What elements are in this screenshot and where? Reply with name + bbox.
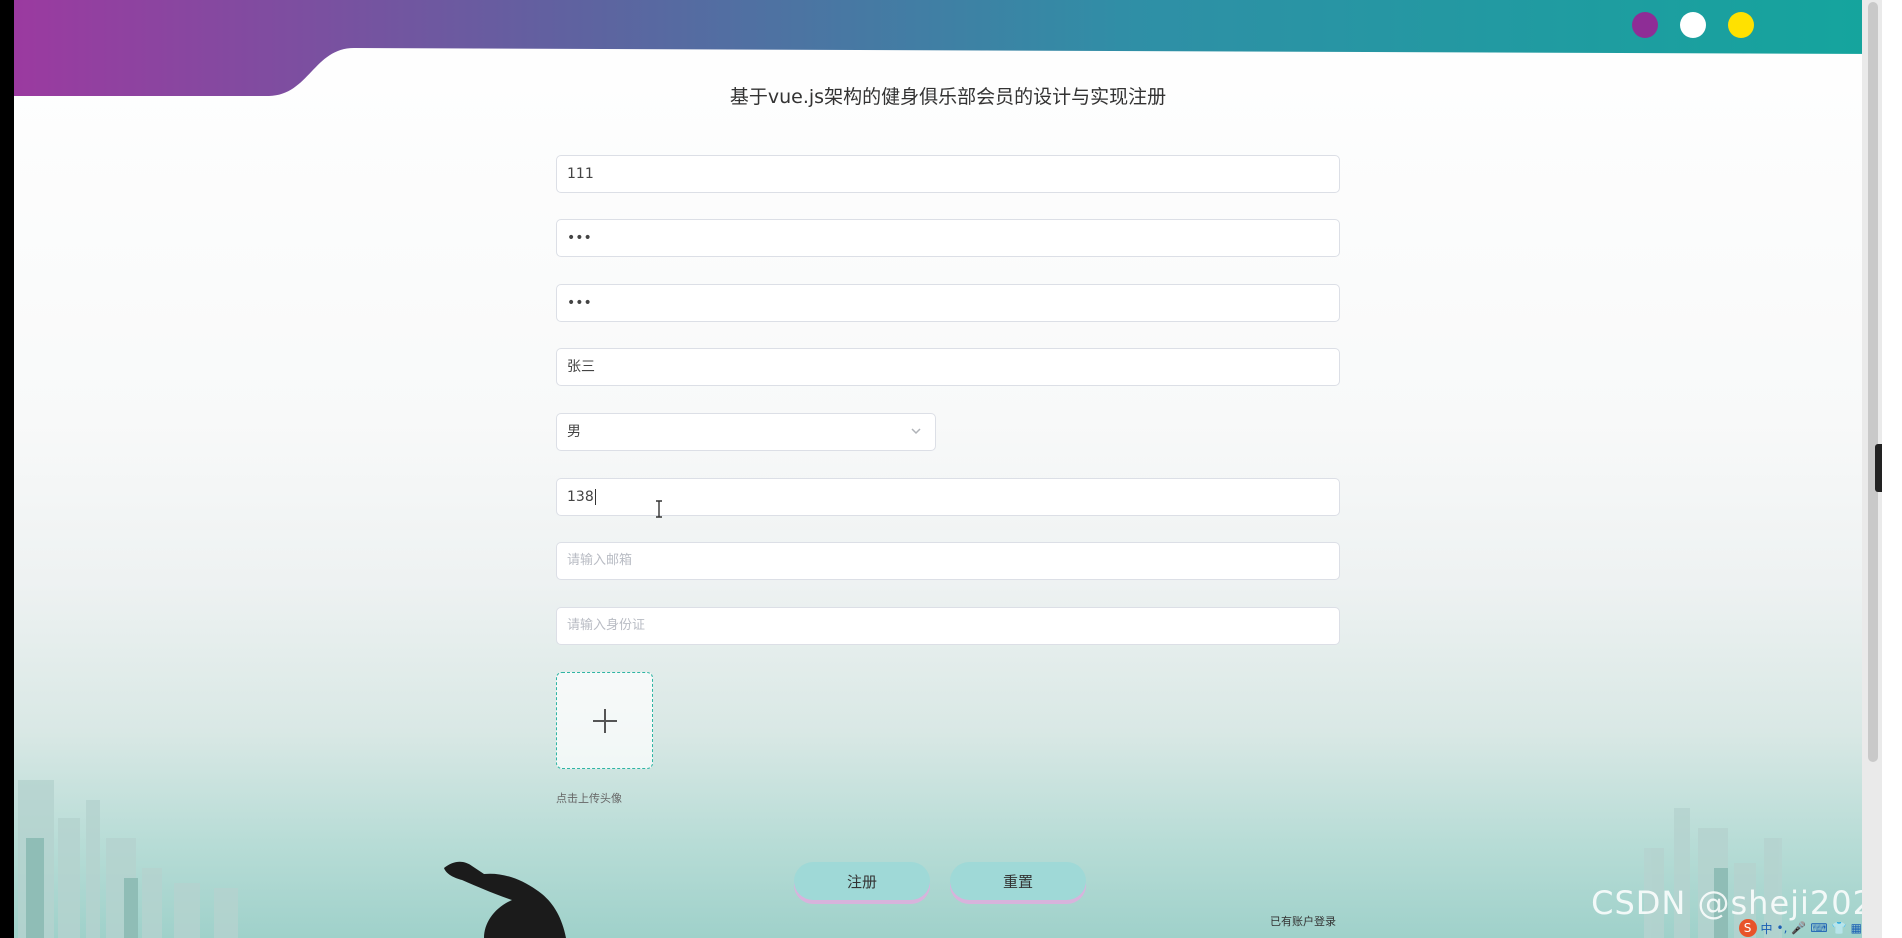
register-page: 基于vue.js架构的健身俱乐部会员的设计与实现注册 111 ••• ••• 张… xyxy=(14,0,1882,938)
page-title: 基于vue.js架构的健身俱乐部会员的设计与实现注册 xyxy=(729,86,1167,108)
chevron-down-icon xyxy=(911,428,921,435)
yellow-dot xyxy=(1728,12,1754,38)
email-input[interactable]: 请输入邮箱 xyxy=(556,542,1340,580)
keyboard-icon[interactable]: ⌨ xyxy=(1810,921,1827,935)
register-button[interactable]: 注册 xyxy=(794,862,930,900)
text-caret xyxy=(594,489,596,505)
avatar-upload[interactable] xyxy=(556,672,653,769)
login-link[interactable]: 已有账户登录 xyxy=(1270,913,1336,929)
ime-item[interactable]: •, xyxy=(1777,921,1788,935)
ime-toolbar: S 中 •, 🎤 ⌨ 👕 ▦ xyxy=(1738,918,1862,938)
header-dots xyxy=(1632,12,1754,38)
microphone-icon[interactable]: 🎤 xyxy=(1791,921,1806,935)
username-input[interactable]: 111 xyxy=(556,155,1340,193)
csdn-watermark: CSDN @sheji202 xyxy=(1591,884,1874,922)
name-input[interactable]: 张三 xyxy=(556,348,1340,386)
runner-silhouette xyxy=(444,861,566,938)
id-card-input[interactable]: 请输入身份证 xyxy=(556,607,1340,645)
skin-icon[interactable]: 👕 xyxy=(1832,921,1847,935)
phone-input[interactable]: 138 xyxy=(556,478,1340,516)
ime-item[interactable]: 中 xyxy=(1761,920,1773,937)
gender-selected-value: 男 xyxy=(567,424,581,440)
gender-select[interactable]: 男 xyxy=(556,413,936,451)
ibeam-cursor-icon xyxy=(656,500,662,518)
password-input[interactable]: ••• xyxy=(556,219,1340,257)
phone-value: 138 xyxy=(567,489,594,505)
left-black-strip xyxy=(0,0,14,938)
plus-icon xyxy=(593,709,617,733)
ime-logo-icon[interactable]: S xyxy=(1738,919,1757,937)
confirm-password-input[interactable]: ••• xyxy=(556,284,1340,322)
grid-icon[interactable]: ▦ xyxy=(1851,921,1862,935)
purple-dot xyxy=(1632,12,1658,38)
vertical-scrollbar[interactable] xyxy=(1862,0,1882,938)
reset-button[interactable]: 重置 xyxy=(950,862,1086,900)
white-dot xyxy=(1680,12,1706,38)
side-tab[interactable] xyxy=(1875,444,1882,492)
scrollbar-thumb[interactable] xyxy=(1868,2,1878,762)
